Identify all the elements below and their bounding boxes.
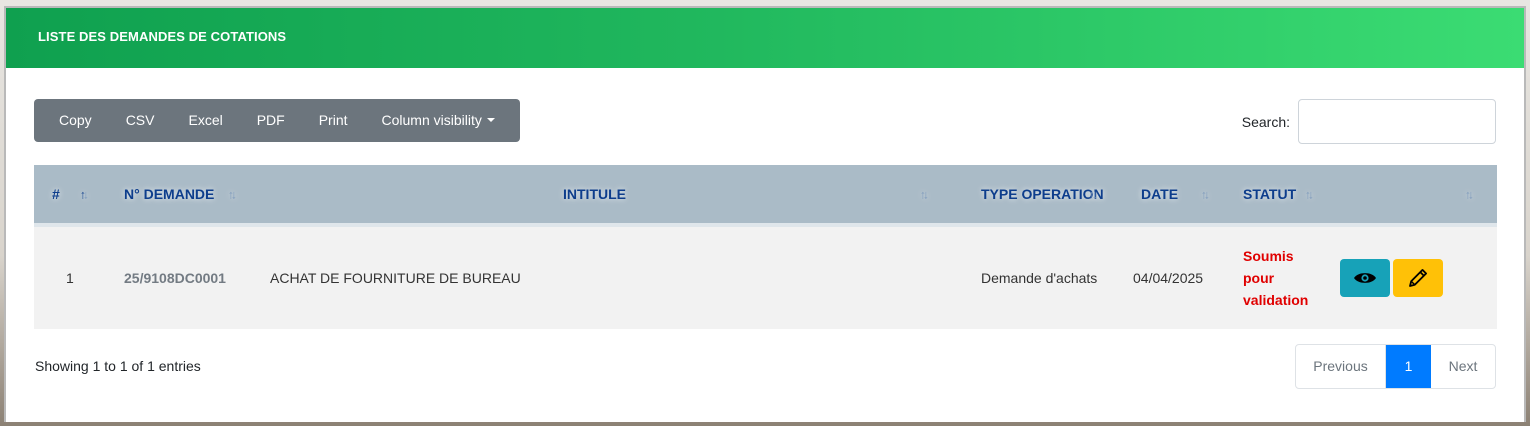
- status-badge: Soumis pour validation: [1219, 225, 1327, 329]
- sort-icon: ↑↓: [920, 187, 929, 202]
- print-button[interactable]: Print: [309, 99, 358, 142]
- column-header-type-operation-label: TYPE OPERATION: [981, 186, 1104, 202]
- caret-down-icon: [486, 118, 495, 122]
- request-title: ACHAT DE FOURNITURE DE BUREAU: [270, 270, 521, 286]
- request-number: 25/9108DC0001: [124, 270, 226, 286]
- status-line: validation: [1243, 292, 1309, 308]
- entries-info: Showing 1 to 1 of 1 entries: [35, 358, 201, 374]
- table-header-row: # ↑↓ N° DEMANDE ↑↓ INTITULE ↑↓ TYPE OPER…: [34, 165, 1497, 227]
- column-header-intitule[interactable]: INTITULE ↑↓: [250, 165, 941, 227]
- column-header-actions[interactable]: ↑↓: [1327, 165, 1497, 227]
- column-visibility-button[interactable]: Column visibility: [372, 99, 505, 142]
- status-line: pour: [1243, 270, 1275, 286]
- search-label: Search:: [1241, 113, 1290, 130]
- pagination: Previous 1 Next: [1295, 344, 1496, 389]
- sort-ascending-icon: ↑↓: [80, 187, 89, 202]
- row-actions: [1327, 225, 1497, 329]
- row-index: 1: [66, 270, 74, 286]
- view-button[interactable]: [1340, 259, 1390, 297]
- quotation-requests-card: LISTE DES DEMANDES DE COTATIONS Copy CSV…: [4, 6, 1526, 422]
- previous-page-button[interactable]: Previous: [1296, 345, 1386, 388]
- column-header-date-label: DATE: [1141, 186, 1179, 202]
- quotation-requests-table: # ↑↓ N° DEMANDE ↑↓ INTITULE ↑↓ TYPE OPER…: [34, 165, 1497, 329]
- sort-icon: ↑↓: [1089, 187, 1098, 202]
- column-header-date[interactable]: DATE ↑↓: [1115, 165, 1219, 227]
- card-title: LISTE DES DEMANDES DE COTATIONS: [6, 8, 1524, 68]
- eye-icon: [1354, 273, 1376, 283]
- search-box: Search:: [1242, 99, 1496, 144]
- column-header-index[interactable]: # ↑↓: [34, 165, 102, 227]
- copy-button[interactable]: Copy: [49, 99, 102, 142]
- operation-type: Demande d'achats: [981, 270, 1098, 286]
- edit-button[interactable]: [1393, 259, 1443, 297]
- column-header-statut[interactable]: STATUT ↑↓: [1219, 165, 1327, 227]
- sort-icon: ↑↓: [1201, 187, 1210, 202]
- pencil-icon: [1409, 269, 1427, 287]
- request-date: 04/04/2025: [1133, 270, 1204, 286]
- excel-button[interactable]: Excel: [178, 99, 232, 142]
- search-input[interactable]: [1298, 99, 1496, 144]
- column-header-type-operation[interactable]: TYPE OPERATION ↑↓: [941, 165, 1115, 227]
- sort-icon: ↑↓: [1305, 187, 1314, 202]
- column-header-intitule-label: INTITULE: [563, 186, 626, 202]
- page-1-button[interactable]: 1: [1386, 345, 1431, 388]
- sort-icon: ↑↓: [228, 187, 237, 202]
- status-line: Soumis: [1243, 248, 1294, 264]
- column-header-numero[interactable]: N° DEMANDE ↑↓: [102, 165, 250, 227]
- export-button-group: Copy CSV Excel PDF Print Column visibili…: [34, 99, 520, 142]
- column-header-statut-label: STATUT: [1243, 186, 1297, 202]
- next-page-button[interactable]: Next: [1431, 345, 1495, 388]
- pdf-button[interactable]: PDF: [247, 99, 295, 142]
- column-header-numero-label: N° DEMANDE: [124, 186, 215, 202]
- column-header-index-label: #: [52, 186, 60, 202]
- sort-icon: ↑↓: [1465, 187, 1474, 202]
- column-visibility-label: Column visibility: [381, 112, 482, 128]
- csv-button[interactable]: CSV: [116, 99, 165, 142]
- table-row: 1 25/9108DC0001 ACHAT DE FOURNITURE DE B…: [34, 225, 1497, 329]
